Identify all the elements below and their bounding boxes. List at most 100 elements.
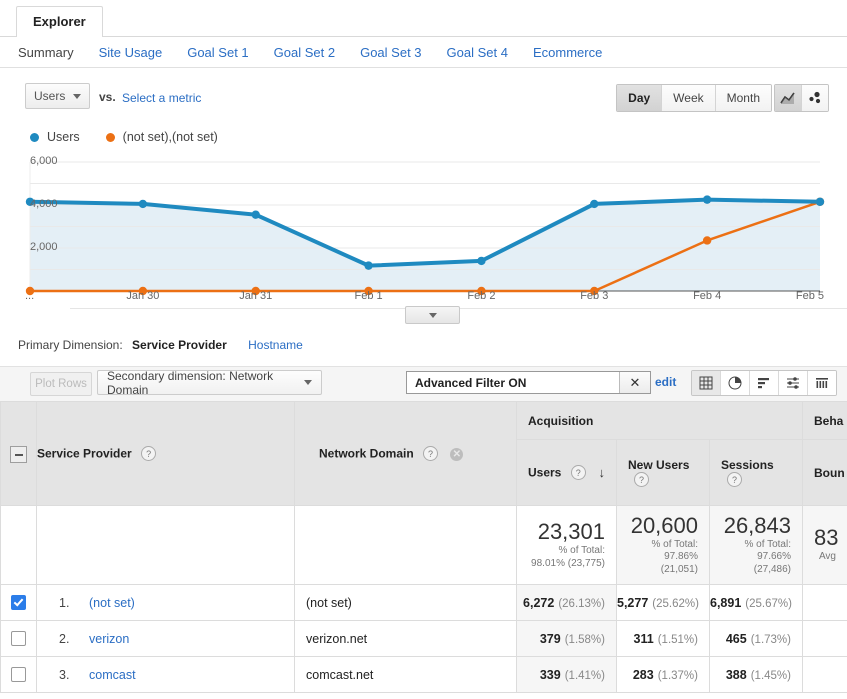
row-index: 3. [37,657,89,692]
table-row[interactable]: 1.(not set)(not set)6,272(26.13%)5,277(2… [1,585,847,621]
subnav-item-goal-set-1[interactable]: Goal Set 1 [187,45,248,60]
pie-chart-view-icon[interactable] [721,371,750,395]
column-header-bounce-rate[interactable]: Boun [803,440,847,506]
totals-value: 26,843 [710,514,802,537]
subnav-link[interactable]: Goal Set 1 [187,45,248,60]
table-totals-row: 23,301% of Total:98.01% (23,775)20,600% … [1,506,847,585]
row-select-cell[interactable] [1,621,37,657]
service-provider-link-cell[interactable]: verizon [89,621,294,656]
motion-chart-icon[interactable] [802,85,828,111]
totals-pct: 97.86% (21,051) [617,551,709,576]
network-domain-cell: comcast.net [295,657,517,693]
column-header-label: Service Provider [37,447,132,461]
report-data-table: Service Provider ? Network Domain ? ✕ Ac… [0,401,847,693]
subnav-item-goal-set-4[interactable]: Goal Set 4 [447,45,508,60]
subnav-link[interactable]: Goal Set 2 [274,45,335,60]
primary-metric-select[interactable]: Users [25,83,90,109]
advanced-filter-value: Advanced Filter ON [407,376,619,390]
column-header-service-provider[interactable]: Service Provider ? [37,402,295,506]
timeseries-chart[interactable]: 2,0004,0006,000 ...Jan 30Jan 31Feb 1Feb … [0,152,847,322]
close-icon[interactable]: ✕ [619,372,650,393]
row-checkbox[interactable] [11,631,26,646]
service-provider-link[interactable]: (not set) [89,596,135,610]
subnav-link[interactable]: Goal Set 3 [360,45,421,60]
subnav-item-summary[interactable]: Summary [18,45,74,60]
sessions-cell: 388(1.45%) [710,657,803,693]
vs-label: vs. [99,90,116,104]
x-axis-tick: Feb 4 [685,290,729,302]
subnav-item-ecommerce[interactable]: Ecommerce [533,45,602,60]
row-checkbox[interactable] [11,595,26,610]
table-row[interactable]: 2.verizonverizon.net379(1.58%)311(1.51%)… [1,621,847,657]
select-a-metric-link[interactable]: Select a metric [122,91,201,105]
subnav-link[interactable]: Ecommerce [533,45,602,60]
remove-column-icon[interactable]: ✕ [450,448,463,461]
column-header-sessions[interactable]: Sessions ? [710,440,803,506]
tab-strip: Explorer [0,0,847,37]
help-icon[interactable]: ? [423,446,438,461]
chart-legend: Users (not set),(not set) [30,130,244,144]
service-provider-link[interactable]: verizon [89,632,129,646]
y-axis-tick: 4,000 [30,198,58,210]
help-icon[interactable]: ? [141,446,156,461]
subnav-item-goal-set-2[interactable]: Goal Set 2 [274,45,335,60]
advanced-filter-field[interactable]: Advanced Filter ON ✕ [406,371,651,394]
y-axis-tick: 6,000 [30,155,58,167]
primary-dimension-current[interactable]: Service Provider [132,338,227,352]
primary-dimension-bar: Primary Dimension: Service Provider Host… [0,338,847,362]
service-provider-link[interactable]: comcast [89,668,136,682]
row-checkbox[interactable] [11,667,26,682]
table-view-icon[interactable] [692,371,721,395]
granularity-month[interactable]: Month [716,85,771,111]
column-header-network-domain[interactable]: Network Domain ? ✕ [295,402,517,506]
chevron-down-icon [73,94,81,99]
sessions-cell: 6,891(25.67%) [710,585,803,621]
subnav-item-site-usage[interactable]: Site Usage [99,45,163,60]
granularity-week[interactable]: Week [662,85,715,111]
table-row[interactable]: 3.comcastcomcast.net339(1.41%)283(1.37%)… [1,657,847,693]
column-header-new-users[interactable]: New Users ? [617,440,710,506]
x-axis-tick: ... [25,290,69,302]
help-icon[interactable]: ? [571,465,586,480]
column-header-label: Users [528,466,561,480]
granularity-toggle-group: DayWeekMonth [616,84,772,112]
subnav-link[interactable]: Site Usage [99,45,163,60]
sessions-value: 388 [726,668,747,682]
users-pct: (1.41%) [565,670,605,682]
plot-rows-button[interactable]: Plot Rows [30,372,92,396]
help-icon[interactable]: ? [727,472,742,487]
column-header-users[interactable]: Users ? ↓ [517,440,617,506]
row-select-cell[interactable] [1,657,37,693]
network-domain-cell: verizon.net [295,621,517,657]
tab-explorer[interactable]: Explorer [16,6,103,37]
secondary-dimension-select[interactable]: Secondary dimension: Network Domain [97,370,322,395]
primary-dimension-hostname[interactable]: Hostname [248,338,303,352]
help-icon[interactable]: ? [634,472,649,487]
x-axis-tick: Feb 1 [347,290,391,302]
chart-expand-handle[interactable] [405,306,460,324]
edit-filter-link[interactable]: edit [655,375,676,389]
column-group-behavior: Beha [803,402,847,440]
granularity-day[interactable]: Day [617,85,662,111]
collapse-rows-cell[interactable] [1,402,37,506]
totals-cell: 23,301% of Total:98.01% (23,775) [517,506,617,585]
service-provider-link-cell[interactable]: comcast [89,657,294,692]
legend-item-users[interactable]: Users [30,130,80,144]
network-domain-cell: (not set) [295,585,517,621]
service-provider-link-cell[interactable]: (not set) [89,585,294,620]
bar-chart-view-icon[interactable] [750,371,779,395]
legend-item-notset[interactable]: (not set),(not set) [106,130,218,144]
collapse-rows-icon[interactable] [10,446,27,463]
comparison-view-icon[interactable] [779,371,808,395]
subnav-link[interactable]: Goal Set 4 [447,45,508,60]
sort-descending-icon[interactable]: ↓ [599,465,606,480]
pivot-view-icon[interactable] [808,371,836,395]
totals-pct-label: % of Total: [517,543,616,558]
users-cell: 379(1.58%) [517,621,617,657]
subnav-item-goal-set-3[interactable]: Goal Set 3 [360,45,421,60]
legend-label: Users [47,130,80,144]
totals-cell: 26,843% of Total:97.66% (27,486) [710,506,803,585]
line-chart-icon[interactable] [775,85,802,111]
row-select-cell[interactable] [1,585,37,621]
totals-spacer [1,506,37,585]
